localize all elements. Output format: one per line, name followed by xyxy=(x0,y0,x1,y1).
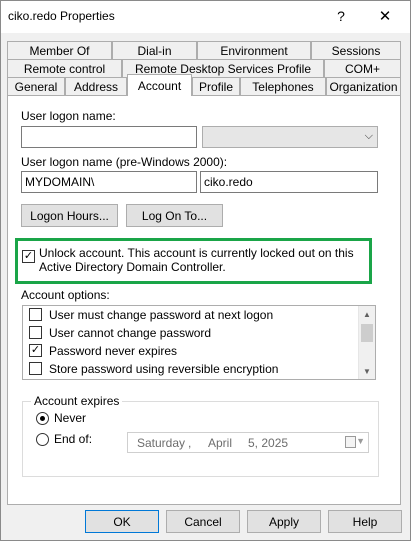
chevron-down-icon[interactable]: ▼ xyxy=(356,436,365,446)
option-label: Store password using reversible encrypti… xyxy=(49,362,279,376)
tab-row-1: Member Of Dial-in Environment Sessions xyxy=(7,41,401,59)
tab-com-plus[interactable]: COM+ xyxy=(324,59,401,77)
check-icon: ✓ xyxy=(23,250,34,262)
ok-button[interactable]: OK xyxy=(85,510,159,533)
date-weekday: Saturday xyxy=(137,436,186,450)
end-of-radio[interactable] xyxy=(36,433,49,446)
account-options-list[interactable]: User must change password at next logon … xyxy=(22,305,376,380)
unlock-account-label: Unlock account. This account is currentl… xyxy=(39,246,354,274)
option-label: User must change password at next logon xyxy=(49,308,274,322)
date-day-year: 5, 2025 xyxy=(248,436,289,450)
scroll-down-icon[interactable]: ▼ xyxy=(359,363,375,379)
option-checkbox[interactable] xyxy=(29,362,42,375)
tab-remote-control[interactable]: Remote control xyxy=(7,59,122,77)
pre2000-user-input[interactable]: ciko.redo xyxy=(200,171,378,193)
close-button[interactable]: ✕ xyxy=(363,1,407,31)
option-checkbox[interactable] xyxy=(29,326,42,339)
tab-row-2: Remote control Remote Desktop Services P… xyxy=(7,59,401,77)
tab-sessions[interactable]: Sessions xyxy=(311,41,401,59)
help-title-button[interactable]: ? xyxy=(319,1,363,31)
end-of-label: End of: xyxy=(54,432,93,446)
log-on-to-button[interactable]: Log On To... xyxy=(126,204,223,227)
tab-environment[interactable]: Environment xyxy=(197,41,311,59)
pre2000-domain-field: MYDOMAIN\ xyxy=(21,171,197,193)
tab-account[interactable]: Account xyxy=(127,74,192,96)
list-item[interactable]: ✓ Password never expires xyxy=(23,342,357,360)
date-separator: , xyxy=(188,436,192,450)
option-label: Password never expires xyxy=(49,344,178,358)
list-item[interactable]: User must change password at next logon xyxy=(23,306,357,324)
unlock-account-checkbox[interactable]: ✓ xyxy=(22,250,35,263)
window-title: ciko.redo Properties xyxy=(8,9,115,23)
check-icon: ✓ xyxy=(30,344,41,356)
tab-row-3: General Address Account Profile Telephon… xyxy=(7,74,401,96)
tab-telephones[interactable]: Telephones xyxy=(240,77,326,95)
date-month: April xyxy=(208,436,233,450)
help-button[interactable]: Help xyxy=(328,510,402,533)
tab-dial-in[interactable]: Dial-in xyxy=(112,41,197,59)
option-checkbox[interactable]: ✓ xyxy=(29,344,42,357)
tab-member-of[interactable]: Member Of xyxy=(7,41,112,59)
account-expires-group: Account expires Never End of: Saturday ,… xyxy=(22,394,379,477)
calendar-icon[interactable] xyxy=(345,436,356,448)
cancel-button[interactable]: Cancel xyxy=(166,510,240,533)
account-expires-title: Account expires xyxy=(31,394,123,408)
option-checkbox[interactable] xyxy=(29,308,42,321)
account-tab-panel: User logon name: ⌵ User logon name (pre-… xyxy=(7,95,401,505)
scroll-up-icon[interactable]: ▲ xyxy=(359,306,375,322)
list-item[interactable]: User cannot change password xyxy=(23,324,357,342)
account-options-label: Account options: xyxy=(21,288,110,302)
list-item[interactable]: Store password using reversible encrypti… xyxy=(23,360,357,378)
properties-dialog: ciko.redo Properties ? ✕ Member Of Dial-… xyxy=(0,0,411,541)
options-scrollbar[interactable]: ▲ ▼ xyxy=(358,306,375,379)
tab-general[interactable]: General xyxy=(7,77,65,95)
tab-organization[interactable]: Organization xyxy=(326,77,401,95)
tab-address[interactable]: Address xyxy=(65,77,127,95)
option-label: User cannot change password xyxy=(49,326,212,340)
scroll-thumb[interactable] xyxy=(361,324,373,342)
pre2000-label: User logon name (pre-Windows 2000): xyxy=(21,155,228,169)
tab-profile[interactable]: Profile xyxy=(192,77,240,95)
chevron-down-icon: ⌵ xyxy=(364,130,373,142)
never-radio[interactable] xyxy=(36,412,49,425)
never-label: Never xyxy=(54,411,87,425)
apply-button[interactable]: Apply xyxy=(247,510,321,533)
logon-name-label: User logon name: xyxy=(21,109,116,123)
logon-name-input[interactable] xyxy=(21,126,197,148)
logon-hours-button[interactable]: Logon Hours... xyxy=(21,204,118,227)
title-bar: ciko.redo Properties ? ✕ xyxy=(1,1,410,33)
upn-suffix-dropdown[interactable]: ⌵ xyxy=(202,126,378,148)
expiry-date-picker[interactable]: Saturday , April 5, 2025 ▼ xyxy=(127,432,369,453)
